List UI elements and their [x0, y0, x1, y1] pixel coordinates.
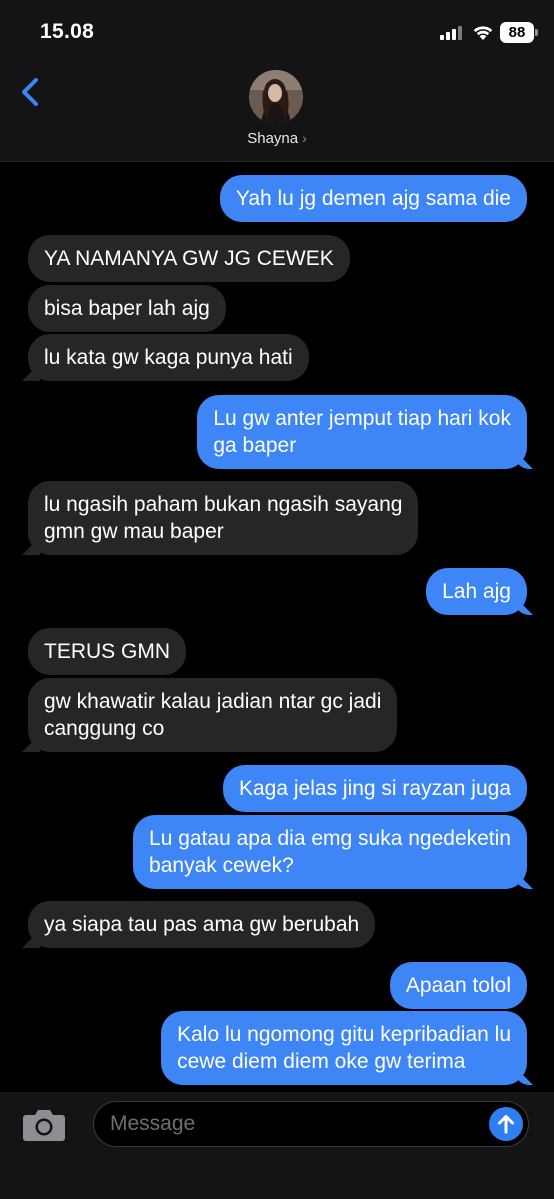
avatar[interactable]	[249, 70, 303, 124]
wifi-icon	[473, 26, 493, 40]
messages-screen: 15.08 88 Shayna › Yah lu jg demen ajg sa…	[0, 0, 554, 1199]
message-text-line: ga baper	[213, 434, 297, 457]
arrow-up-icon	[498, 1115, 514, 1134]
message-text: Apaan tolol	[405, 974, 511, 997]
message-text: YA NAMANYA GW JG CEWEK	[44, 247, 334, 270]
message-text-line: banyak cewek?	[149, 854, 294, 877]
message-text: ya siapa tau pas ama gw berubah	[44, 913, 360, 936]
cellular-signal-icon	[440, 26, 464, 40]
message-bubble-outgoing[interactable]: Lah ajg	[426, 568, 527, 615]
message-bubble-outgoing[interactable]: Lu gatau apa dia emg suka ngedeketin ban…	[133, 815, 527, 889]
send-button[interactable]	[489, 1107, 523, 1141]
message-text-line: cewe diem diem oke gw terima	[177, 1050, 466, 1073]
message-text-line: gmn gw mau baper	[44, 520, 224, 543]
message-text: bisa baper lah ajg	[44, 297, 210, 320]
message-bubble-incoming[interactable]: YA NAMANYA GW JG CEWEK	[28, 235, 350, 282]
battery-cap	[535, 29, 538, 36]
message-text-line: lu ngasih paham bukan ngasih sayang	[44, 493, 403, 516]
battery-icon: 88	[500, 22, 534, 43]
message-bubble-incoming[interactable]: TERUS GMN	[28, 628, 186, 675]
message-bubble-incoming[interactable]: ya siapa tau pas ama gw berubah	[28, 901, 376, 948]
message-bubble-outgoing[interactable]: Lu gw anter jemput tiap hari kok ga bape…	[197, 395, 527, 469]
camera-button[interactable]	[22, 1106, 66, 1142]
chevron-left-icon	[22, 78, 38, 106]
contact-name-row[interactable]: Shayna ›	[0, 130, 554, 147]
message-text-line: gw khawatir kalau jadian ntar gc jadi	[44, 690, 382, 713]
message-text-line: canggung co	[44, 717, 165, 740]
message-bubble-outgoing[interactable]: Yah lu jg demen ajg sama die	[219, 175, 527, 222]
chevron-right-icon: ›	[302, 130, 307, 146]
message-input[interactable]	[110, 1102, 480, 1145]
message-field[interactable]	[93, 1101, 529, 1147]
status-time: 15.08	[40, 20, 95, 43]
message-bubble-outgoing[interactable]: Kaga jelas jing si rayzan juga	[223, 765, 527, 812]
message-text-line: Lu gatau apa dia emg suka ngedeketin	[149, 827, 511, 850]
message-text-line: Lu gw anter jemput tiap hari kok	[213, 407, 511, 430]
avatar-photo	[249, 70, 303, 124]
message-text: Lah ajg	[442, 580, 511, 603]
message-text: lu kata gw kaga punya hati	[44, 346, 293, 369]
message-bubble-incoming[interactable]: lu kata gw kaga punya hati	[28, 334, 309, 381]
message-text: TERUS GMN	[44, 640, 170, 663]
message-bubble-outgoing[interactable]: Kalo lu ngomong gitu kepribadian lu cewe…	[161, 1011, 527, 1085]
message-bubble-incoming[interactable]: gw khawatir kalau jadian ntar gc jadi ca…	[28, 678, 398, 752]
message-bubble-incoming[interactable]: bisa baper lah ajg	[28, 285, 226, 332]
contact-name: Shayna	[247, 130, 299, 147]
battery-level: 88	[508, 24, 526, 41]
composer-bar	[0, 1092, 554, 1199]
message-text: Yah lu jg demen ajg sama die	[235, 187, 511, 210]
message-bubble-incoming[interactable]: lu ngasih paham bukan ngasih sayang gmn …	[28, 481, 419, 555]
camera-icon	[23, 1110, 65, 1141]
message-text-line: Kalo lu ngomong gitu kepribadian lu	[177, 1023, 511, 1046]
back-button[interactable]	[16, 72, 48, 112]
message-bubble-outgoing[interactable]: Apaan tolol	[389, 962, 527, 1009]
message-text: Kaga jelas jing si rayzan juga	[239, 777, 511, 800]
conversation-header: 15.08 88 Shayna ›	[0, 0, 554, 162]
